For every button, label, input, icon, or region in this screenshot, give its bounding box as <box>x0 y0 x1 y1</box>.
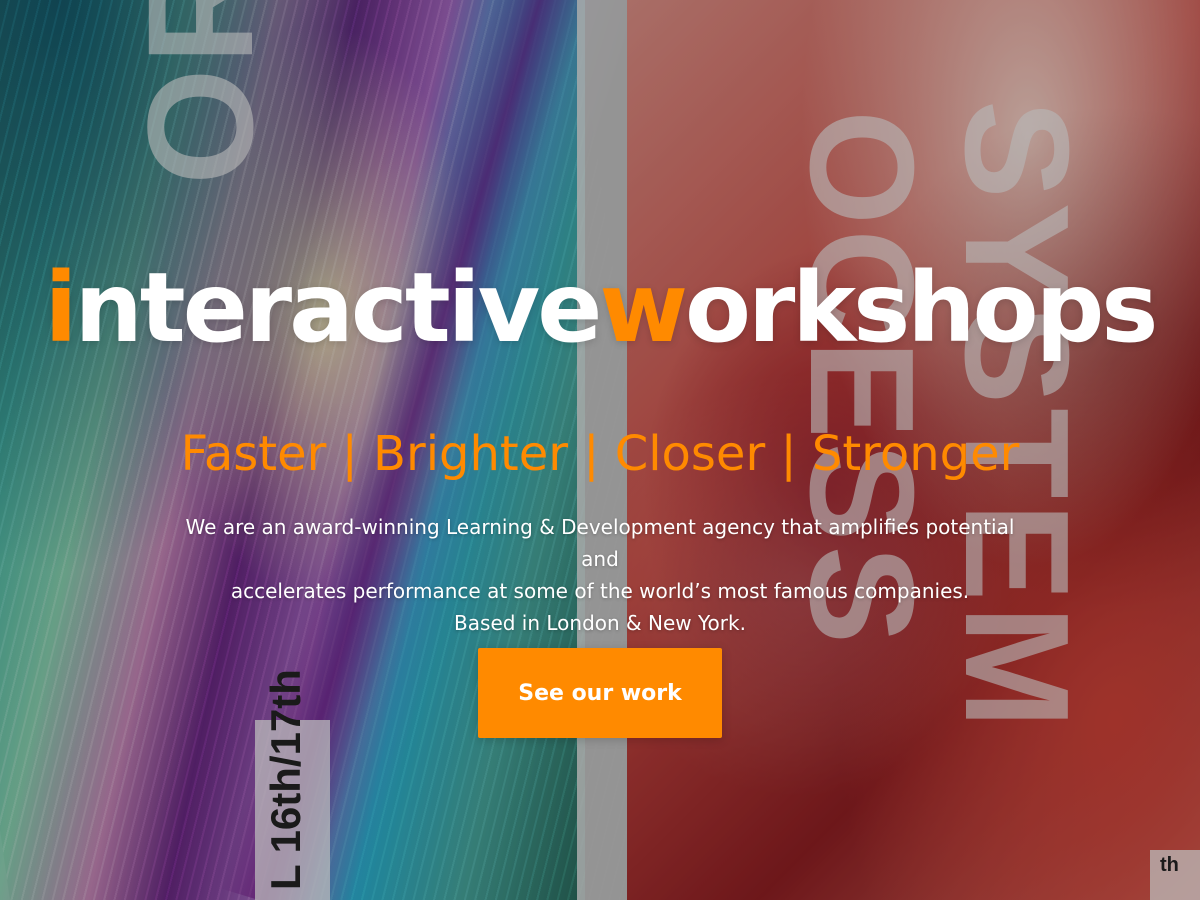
description-line-2: accelerates performance at some of the w… <box>230 579 970 603</box>
hero-tagline: Faster | Brighter | Closer | Stronger <box>180 426 1020 482</box>
description-line-3: Based in London & New York. <box>454 611 746 635</box>
hero-content: interactiveworkshops Faster | Brighter |… <box>0 0 1200 900</box>
hero-description: We are an award-winning Learning & Devel… <box>180 511 1020 639</box>
hero-section: ORATION OCESS SYSTEM L 16th/17th th inte… <box>0 0 1200 900</box>
logo-accent-i: i <box>44 252 78 364</box>
description-line-1: We are an award-winning Learning & Devel… <box>185 515 1015 571</box>
see-our-work-button[interactable]: See our work <box>478 648 722 738</box>
logo-text-interactive: nteractive <box>74 252 602 364</box>
site-logo: interactiveworkshops <box>0 260 1200 356</box>
logo-text-orkshops: orkshops <box>685 252 1158 364</box>
logo-accent-w: w <box>599 252 688 364</box>
